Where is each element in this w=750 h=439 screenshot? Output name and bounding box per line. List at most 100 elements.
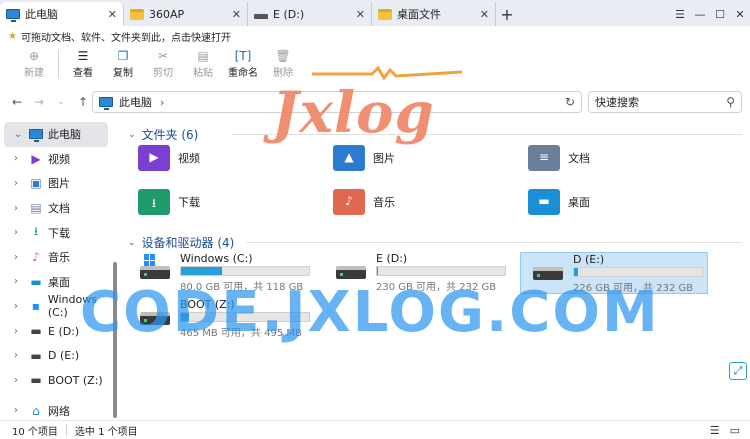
chevron-icon[interactable]: › <box>14 326 28 337</box>
tab-label: 桌面文件 <box>397 8 441 21</box>
window-controls: ☰ — ☐ ✕ <box>670 2 750 26</box>
drive-name: E (D:) <box>376 252 408 265</box>
new-button[interactable]: ⊕ 新建 <box>14 48 54 79</box>
sidebar-item-label: E (D:) <box>48 324 80 338</box>
sidebar-item-label: 音乐 <box>48 251 70 265</box>
sidebar-item[interactable]: › ▬ D (E:) <box>0 343 120 368</box>
breadcrumb[interactable]: 此电脑 <box>119 94 152 110</box>
close-window-button[interactable]: ✕ <box>730 8 750 21</box>
clipboard-icon: ▤ <box>197 49 209 63</box>
folder-tile[interactable]: ♪ 音乐 <box>315 184 505 220</box>
folder-label: 文档 <box>568 152 590 165</box>
chevron-down-icon[interactable]: ⌄ <box>50 97 72 107</box>
drives-group-header[interactable]: ⌄ 设备和驱动器 (4) <box>128 234 742 251</box>
sidebar-item[interactable]: › ▶ 视频 <box>0 147 120 172</box>
close-icon[interactable]: ✕ <box>108 8 117 21</box>
view-button[interactable]: ☰ 查看 <box>63 48 103 79</box>
chevron-icon[interactable]: › <box>14 153 28 164</box>
chevron-icon[interactable]: ⌄ <box>14 129 28 140</box>
logo-bolt-icon <box>312 66 462 80</box>
folder-tile[interactable]: ▬ 桌面 <box>510 184 700 220</box>
folder-tile[interactable]: ≡ 文档 <box>510 140 700 176</box>
navigation-pane: ⌄ 此电脑 › ▶ 视频 › ▣ 图片 › ▤ 文档 › ⭳ 下载 › ♪ 音乐 › ▬ 桌面 › ▪ Windows (C… <box>0 122 120 420</box>
drive-name: D (E:) <box>573 253 605 266</box>
search-input[interactable]: 快速搜索 ⚲ <box>588 91 742 113</box>
sidebar-item[interactable]: › ▣ 图片 <box>0 171 120 196</box>
documents-folder-icon: ≡ <box>528 145 560 171</box>
watermark-site: CODE.JXLOG.COM <box>80 280 660 345</box>
sidebar-item-label: 文档 <box>48 202 70 216</box>
tiles-view-icon[interactable]: ▭ <box>730 424 740 437</box>
sidebar-item-label: D (E:) <box>48 349 80 363</box>
paste-button[interactable]: ▤ 粘贴 <box>183 48 223 79</box>
chevron-icon[interactable]: › <box>14 405 28 416</box>
paste-label: 粘贴 <box>193 68 213 79</box>
desktop-folder-icon: ▬ <box>528 189 560 215</box>
tab-desktop-files[interactable]: 桌面文件 ✕ <box>372 2 496 26</box>
view-label: 查看 <box>73 68 93 79</box>
new-tab-button[interactable]: + <box>496 2 518 26</box>
sidebar-item[interactable]: › ⭳ 下载 <box>0 220 120 245</box>
search-icon[interactable]: ⚲ <box>726 95 735 109</box>
view-switcher: ☰ ▭ <box>710 424 740 437</box>
folder-icon <box>130 8 144 20</box>
sidebar-item[interactable]: › ▬ BOOT (Z:) <box>0 368 120 393</box>
close-icon[interactable]: ✕ <box>480 8 489 21</box>
close-icon[interactable]: ✕ <box>232 8 241 21</box>
up-arrow-icon[interactable]: ↑ <box>72 95 94 109</box>
chevron-icon[interactable]: › <box>14 203 28 214</box>
sidebar-item[interactable]: ⌄ 此电脑 <box>4 122 108 147</box>
folder-label: 音乐 <box>373 196 395 209</box>
sidebar-item-label: 桌面 <box>48 275 70 289</box>
chevron-icon[interactable]: › <box>14 276 28 287</box>
delete-button[interactable]: 🗑 删除 <box>263 48 303 79</box>
watermark-logo: Jxlog <box>272 80 435 146</box>
divider <box>246 242 742 243</box>
chevron-icon[interactable]: › <box>14 252 28 263</box>
folder-icon <box>378 8 392 20</box>
chevron-icon[interactable]: › <box>14 375 28 386</box>
sidebar-item[interactable]: › ▤ 文档 <box>0 196 120 221</box>
tab-360ap[interactable]: 360AP ✕ <box>124 2 248 26</box>
refresh-icon[interactable]: ↻ <box>565 95 575 109</box>
chevron-icon[interactable]: › <box>14 301 28 312</box>
maximize-button[interactable]: ☐ <box>710 8 730 21</box>
menu-icon[interactable]: ☰ <box>670 8 690 21</box>
music-icon: ♪ <box>32 250 40 265</box>
copy-icon: ❐ <box>117 49 129 63</box>
sidebar-item[interactable]: › ♪ 音乐 <box>0 245 120 270</box>
tab-e-drive[interactable]: E (D:) ✕ <box>248 2 372 26</box>
chevron-down-icon: ⌄ <box>128 129 136 140</box>
tab-bar: 此电脑 ✕ 360AP ✕ E (D:) ✕ 桌面文件 ✕ + ☰ — ☐ ✕ <box>0 0 750 26</box>
copy-button[interactable]: ❐ 复制 <box>103 48 143 79</box>
selection-count: 选中 1 个项目 <box>74 426 138 438</box>
tab-label: E (D:) <box>273 7 305 21</box>
content-pane: ⌄ 文件夹 (6) ▶ 视频 ▲ 图片 ≡ 文档 ⭳ 下载 ♪ 音乐 ▬ 桌面 ⌄ 设备和驱动器 (4… <box>120 122 750 420</box>
cut-button[interactable]: ✂ 剪切 <box>143 48 183 79</box>
rename-button[interactable]: [T] 重命名 <box>223 48 263 79</box>
folder-tile[interactable]: ⭳ 下载 <box>120 184 310 220</box>
drive-name: Windows (C:) <box>180 252 253 265</box>
chevron-icon[interactable]: › <box>14 227 28 238</box>
folder-label: 下载 <box>178 196 200 209</box>
chevron-icon[interactable]: › <box>14 178 28 189</box>
expand-icon[interactable]: ⤢ <box>729 362 747 380</box>
forward-arrow-icon[interactable]: → <box>28 95 50 109</box>
breadcrumb-separator[interactable]: › <box>160 96 164 109</box>
desktop-icon: ▬ <box>30 274 42 289</box>
trash-icon: 🗑 <box>275 49 291 63</box>
close-icon[interactable]: ✕ <box>356 8 365 21</box>
sidebar-item-label: 图片 <box>48 177 70 191</box>
minimize-button[interactable]: — <box>690 8 710 21</box>
tab-label: 360AP <box>149 7 185 21</box>
quick-access-bar: ★ 可拖动文档、软件、文件夹到此，点击快速打开 <box>0 26 750 46</box>
tab-this-pc[interactable]: 此电脑 ✕ <box>0 2 124 26</box>
chevron-icon[interactable]: › <box>14 350 28 361</box>
divider <box>65 424 67 436</box>
document-icon: ▤ <box>30 201 42 216</box>
scissors-icon: ✂ <box>157 49 169 63</box>
back-arrow-icon[interactable]: ← <box>6 95 28 109</box>
windows-drive-icon: ▪ <box>31 299 40 314</box>
folder-label: 视频 <box>178 152 200 165</box>
details-view-icon[interactable]: ☰ <box>710 424 720 437</box>
